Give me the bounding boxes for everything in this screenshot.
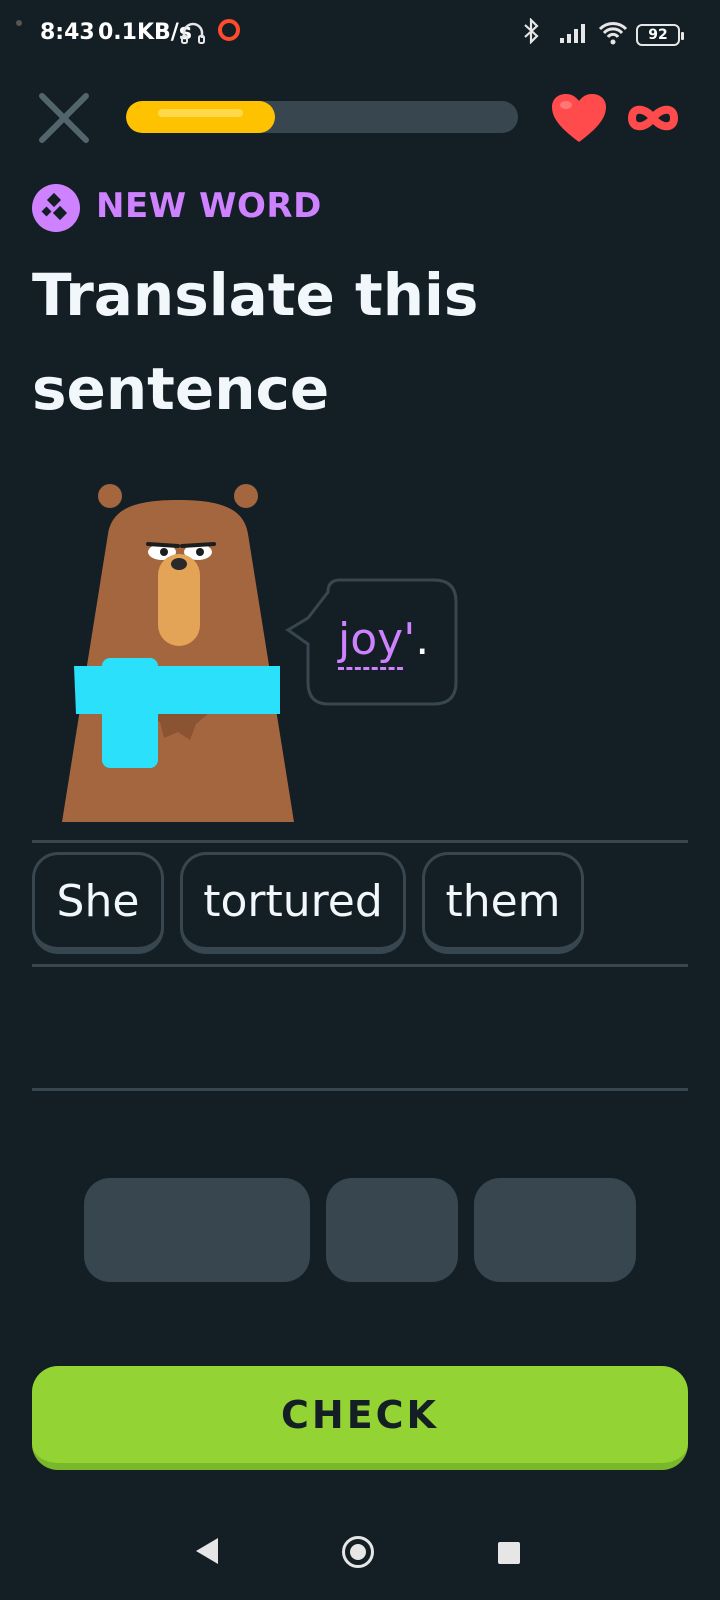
heart-icon[interactable]	[550, 92, 608, 144]
status-net-speed: 0.1KB/s	[98, 20, 192, 45]
answer-chip-she[interactable]: She	[32, 852, 164, 954]
status-time: 8:43	[40, 20, 95, 45]
new-word-icon	[32, 184, 80, 232]
nav-back-button[interactable]	[194, 1536, 220, 1570]
status-bar: 8:43 0.1KB/s 92	[0, 0, 720, 70]
hint-word[interactable]: joy	[338, 614, 404, 670]
new-word-label: NEW WORD	[96, 186, 322, 226]
nav-home-button[interactable]	[342, 1536, 374, 1568]
opera-icon	[218, 19, 240, 41]
close-icon	[39, 93, 89, 143]
back-icon	[196, 1538, 218, 1564]
word-bank-slot	[326, 1178, 458, 1282]
word-bank-slot	[84, 1178, 310, 1282]
hint-period: .	[415, 614, 430, 665]
headphones-icon	[180, 20, 206, 50]
nav-recents-button[interactable]	[498, 1542, 520, 1564]
check-button[interactable]: CHECK	[32, 1366, 688, 1470]
signal-icon	[558, 22, 588, 44]
lesson-progress-bar	[126, 101, 518, 133]
page-title: Translate this sentence	[32, 261, 479, 423]
answer-chip-tortured[interactable]: tortured	[180, 852, 406, 954]
answer-line-bottom	[32, 1088, 688, 1091]
word-bank-slot	[474, 1178, 636, 1282]
hint-apostrophe: '	[403, 614, 416, 665]
battery-icon: 92	[636, 24, 684, 46]
infinity-icon[interactable]: ∞	[624, 98, 682, 138]
bear-character-illustration	[56, 484, 306, 842]
answer-line-top	[32, 840, 688, 843]
progress-shine	[158, 109, 243, 117]
answer-line-middle	[32, 964, 688, 967]
speech-bubble-text[interactable]: joy'.	[338, 614, 430, 670]
wifi-icon	[598, 20, 628, 46]
close-button[interactable]	[36, 90, 92, 146]
progress-fill	[126, 101, 275, 133]
bluetooth-icon	[520, 17, 542, 50]
answer-chip-them[interactable]: them	[422, 852, 584, 954]
camera-dot	[16, 20, 22, 26]
